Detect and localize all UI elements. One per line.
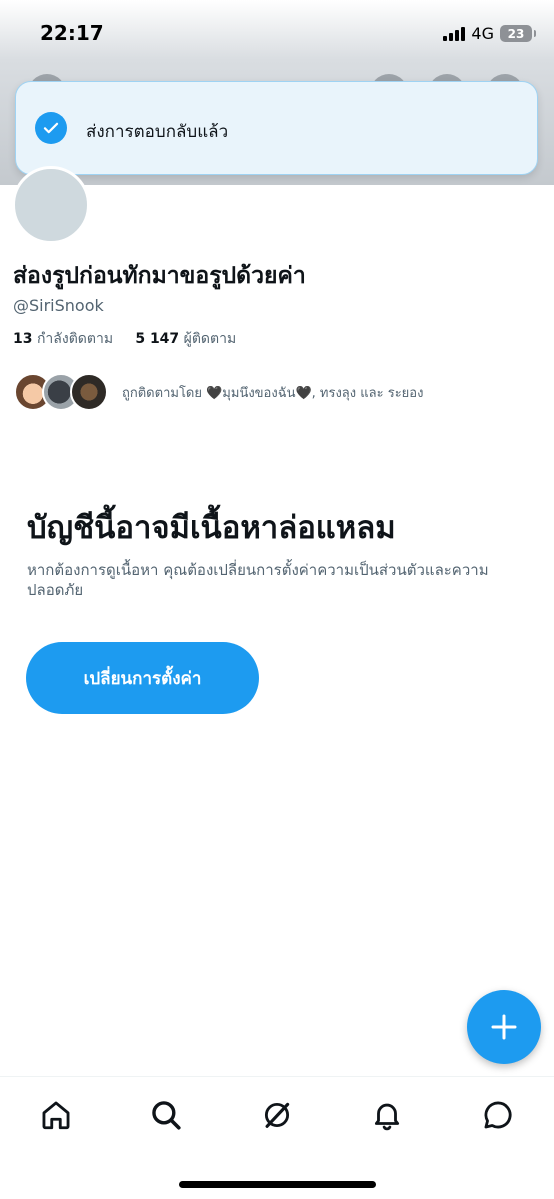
- followers-link[interactable]: 5 147 ผู้ติดตาม: [135, 331, 236, 347]
- following-label: กำลังติดตาม: [36, 331, 114, 347]
- status-bar: 22:17 4G 23: [0, 0, 554, 70]
- change-settings-button[interactable]: เปลี่ยนการตั้งค่า: [26, 642, 259, 714]
- status-indicators: 4G 23: [443, 24, 536, 43]
- plus-icon: [491, 1014, 517, 1040]
- home-indicator: [179, 1181, 376, 1188]
- tab-grok[interactable]: [257, 1095, 297, 1135]
- notifications-icon: [374, 1103, 400, 1131]
- user-handle: @SiriSnook: [13, 296, 104, 315]
- tab-search[interactable]: [146, 1095, 186, 1135]
- bottom-tab-bar: [0, 1076, 554, 1199]
- following-link[interactable]: 13 กำลังติดตาม: [13, 331, 113, 347]
- check-circle-icon: [35, 112, 67, 144]
- status-time: 22:17: [40, 21, 104, 45]
- toast-message: ส่งการตอบกลับแล้ว: [86, 122, 229, 142]
- battery-level: 23: [507, 26, 525, 41]
- follow-stats: 13 กำลังติดตาม 5 147 ผู้ติดตาม: [13, 328, 236, 350]
- reply-sent-toast: ส่งการตอบกลับแล้ว: [15, 81, 538, 175]
- tab-notifications[interactable]: [367, 1095, 407, 1135]
- grok-icon: [264, 1102, 290, 1128]
- avatar[interactable]: [12, 166, 90, 244]
- tab-messages[interactable]: [478, 1095, 518, 1135]
- followed-by-text: ถูกติดตามโดย 🖤มุมนึงของฉัน🖤, ทรงลุง และ …: [122, 385, 424, 401]
- sensitive-content-title: บัญชีนี้อาจมีเนื้อหาล่อแหลม: [27, 510, 396, 546]
- home-icon: [42, 1101, 70, 1130]
- signal-icon: [443, 26, 466, 41]
- follower-avatar: [70, 373, 108, 411]
- followers-label: ผู้ติดตาม: [183, 331, 237, 347]
- followers-count: 5 147: [135, 331, 180, 347]
- following-count: 13: [13, 331, 33, 347]
- sensitive-content-description: หากต้องการดูเนื้อหา คุณต้องเปลี่ยนการตั้…: [27, 561, 489, 599]
- messages-icon: [484, 1101, 512, 1129]
- compose-button[interactable]: [467, 990, 541, 1064]
- network-type: 4G: [471, 24, 494, 43]
- tab-home[interactable]: [36, 1095, 76, 1135]
- search-icon: [152, 1101, 181, 1130]
- display-name: ส่องรูปก่อนทักมาขอรูปด้วยค่า: [13, 263, 306, 289]
- followed-by[interactable]: ถูกติดตามโดย 🖤มุมนึงของฉัน🖤, ทรงลุง และ …: [14, 372, 423, 412]
- battery-icon: 23: [500, 25, 536, 42]
